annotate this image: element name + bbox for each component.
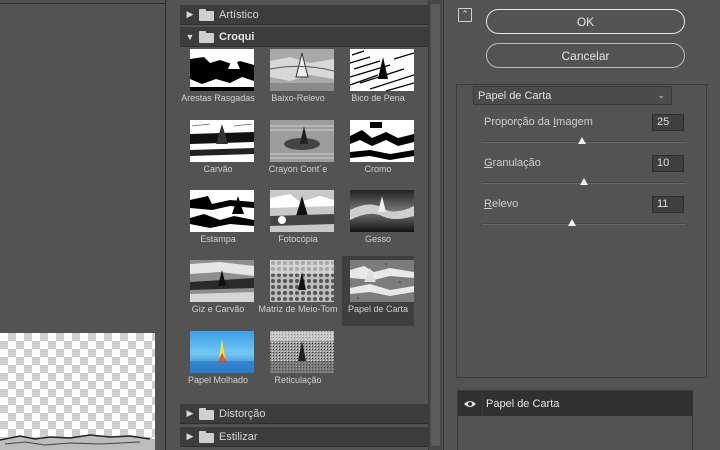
filter-conte-crayon[interactable]: Crayon Cont´e	[262, 116, 334, 186]
filter-thumbnail	[270, 260, 334, 302]
preview-frame	[0, 0, 166, 4]
cell-size-input[interactable]: 25	[652, 114, 684, 131]
folder-icon	[199, 30, 215, 43]
category-label: Artístico	[219, 8, 259, 21]
filter-water-paper[interactable]: Papel Molhado	[182, 327, 254, 397]
preview-divider	[165, 0, 166, 450]
category-label: Estilizar	[219, 430, 258, 443]
relief-slider-thumb[interactable]	[567, 219, 576, 226]
filter-label: Bico de Pena	[351, 93, 405, 103]
filter-settings: Papel de Carta ⌄ Proporção da Imagem 25 …	[456, 84, 708, 378]
category-label: Croqui	[219, 30, 255, 43]
filter-thumbnail	[270, 120, 334, 162]
filter-charcoal[interactable]: Carvão	[182, 116, 254, 186]
filter-select[interactable]: Papel de Carta ⌄	[473, 86, 672, 105]
filter-plaster[interactable]: Gesso	[342, 186, 414, 256]
graininess-slider-thumb[interactable]	[580, 178, 588, 185]
filter-halftone[interactable]: Matriz de Meio-Tom	[258, 256, 338, 326]
filter-thumbnail	[190, 190, 254, 232]
settings-border	[457, 84, 708, 85]
folder-icon	[199, 430, 215, 443]
triangle-right-icon: ▶	[186, 431, 194, 441]
filter-thumbnail	[350, 120, 414, 162]
filter-label: Carvão	[203, 164, 233, 174]
folder-icon	[199, 8, 215, 21]
gallery-scrollbar[interactable]	[428, 0, 442, 450]
filter-label: Giz e Carvão	[191, 304, 245, 314]
filter-label: Gesso	[364, 234, 391, 244]
graininess-input[interactable]: 10	[652, 155, 684, 172]
filter-note-paper[interactable]: Papel de Carta	[342, 256, 414, 326]
filter-bas-relief[interactable]: Baixo-Relevo	[262, 45, 334, 115]
effect-layer-row[interactable]: Papel de Carta	[458, 391, 693, 416]
settings-panel: ⌃ OK Cancelar Papel de Carta ⌄ Proporção…	[443, 0, 720, 450]
filter-label: Estampa	[200, 234, 236, 244]
category-label: Distorção	[219, 407, 266, 420]
filter-thumbnail	[190, 260, 254, 302]
filter-thumbnail	[190, 331, 254, 373]
effect-layer-name: Papel de Carta	[486, 397, 560, 410]
filter-thumbnail	[190, 120, 254, 162]
filter-graphic-pen[interactable]: Bico de Pena	[342, 45, 414, 115]
param-label-relief: Relevo	[484, 198, 519, 210]
filter-thumbnail	[270, 331, 334, 373]
category-distort[interactable]: ▶ Distorção	[180, 404, 428, 424]
filter-label: Matriz de Meio-Tom	[258, 304, 338, 314]
filter-thumbnail	[270, 49, 334, 91]
category-stylize[interactable]: ▶ Estilizar	[180, 427, 428, 447]
eye-icon[interactable]	[458, 391, 483, 416]
relief-slider[interactable]	[482, 223, 686, 225]
cell-size-slider-thumb[interactable]	[577, 137, 586, 144]
param-label-graininess: Granulação	[484, 157, 541, 169]
filter-label: Papel Molhado	[187, 375, 249, 385]
filter-label: Arestas Rasgadas	[181, 93, 255, 103]
filter-label: Fotocópia	[278, 234, 318, 244]
triangle-right-icon: ▶	[186, 9, 194, 19]
filter-label: Cromo	[364, 164, 392, 174]
filter-stamp[interactable]: Estampa	[182, 186, 254, 256]
filter-label: Reticulação	[274, 375, 322, 385]
filter-thumbnail	[190, 49, 254, 91]
filter-reticulation[interactable]: Reticulação	[262, 327, 334, 397]
scrollbar-thumb[interactable]	[431, 4, 440, 446]
filter-thumbnail	[270, 190, 334, 232]
preview-image-edge	[0, 434, 155, 450]
cancel-button[interactable]: Cancelar	[486, 43, 685, 68]
filter-thumbnail	[350, 49, 414, 91]
chevron-down-icon: ⌄	[657, 90, 665, 100]
filter-label: Papel de Carta	[347, 304, 409, 314]
filter-label: Baixo-Relevo	[271, 93, 325, 103]
filter-label: Crayon Cont´e	[268, 164, 328, 174]
category-artistic[interactable]: ▶ Artístico	[180, 5, 428, 25]
filter-select-value: Papel de Carta	[478, 89, 552, 102]
filter-photocopy[interactable]: Fotocópia	[262, 186, 334, 256]
preview-pane[interactable]	[0, 0, 173, 450]
filter-gallery: ▶ Artístico ▼ Croqui Arestas Rasgadas Ba…	[180, 0, 428, 450]
panel-divider	[443, 0, 444, 450]
relief-input[interactable]: 11	[652, 196, 684, 213]
category-sketch[interactable]: ▼ Croqui	[180, 27, 428, 47]
effect-layers: Papel de Carta	[457, 390, 693, 450]
filter-thumbnail	[350, 190, 414, 232]
filter-thumbnail	[350, 260, 414, 302]
filter-chalk-charcoal[interactable]: Giz e Carvão	[182, 256, 254, 326]
triangle-right-icon: ▶	[186, 408, 194, 418]
folder-icon	[199, 407, 215, 420]
param-label-cell-size: Proporção da Imagem	[484, 116, 593, 128]
ok-button[interactable]: OK	[486, 9, 685, 34]
effect-layer-list	[458, 416, 693, 450]
filter-chrome[interactable]: Cromo	[342, 116, 414, 186]
filter-torn-edges[interactable]: Arestas Rasgadas	[181, 45, 255, 115]
collapse-up-icon[interactable]: ⌃	[458, 8, 472, 22]
triangle-down-icon: ▼	[185, 31, 195, 42]
transparency-checkerboard	[0, 333, 155, 450]
